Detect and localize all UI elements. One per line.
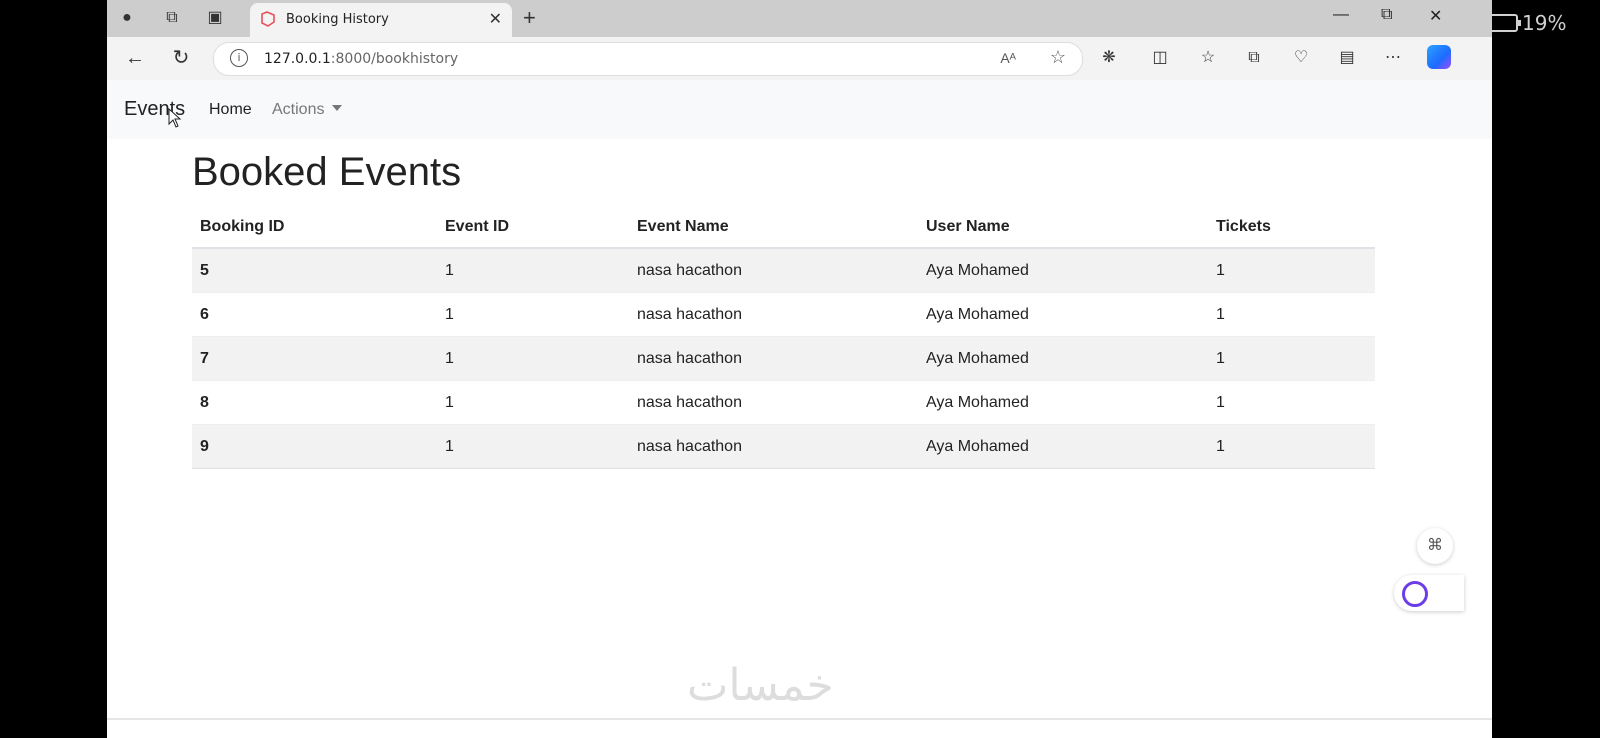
back-icon[interactable]: ← xyxy=(123,46,147,70)
tab-title: Booking History xyxy=(286,12,389,27)
workspaces-icon[interactable]: ⧉ xyxy=(162,8,182,28)
new-tab-icon[interactable]: + xyxy=(523,5,536,31)
tickets-cell: 1 xyxy=(1208,247,1375,293)
bottom-divider xyxy=(107,718,1492,720)
user-name-cell: Aya Mohamed xyxy=(918,380,1208,425)
booked-events-table: Booking ID Event ID Event Name User Name… xyxy=(192,207,1375,469)
nav-home-link[interactable]: Home xyxy=(209,101,252,119)
minimize-icon[interactable]: — xyxy=(1333,6,1349,24)
table-row: 5 1 nasa hacathon Aya Mohamed 1 xyxy=(192,247,1375,293)
tab-booking-history[interactable]: Booking History ✕ xyxy=(250,3,512,37)
close-tab-icon[interactable]: ✕ xyxy=(489,9,502,29)
tickets-cell: 1 xyxy=(1208,424,1375,469)
event-name-cell: nasa hacathon xyxy=(629,424,918,469)
more-options-icon[interactable]: ⋯ xyxy=(1382,47,1404,69)
page-title: Booked Events xyxy=(192,150,462,194)
refresh-icon[interactable]: ↻ xyxy=(169,46,193,70)
browser-window: ● ⧉ ▣ Booking History ✕ + — ⧉ ✕ ← ↻ i 12… xyxy=(107,0,1492,738)
watermark-text: خمسات xyxy=(687,660,834,711)
column-header-event-id: Event ID xyxy=(437,207,629,249)
column-header-tickets: Tickets xyxy=(1208,207,1375,249)
site-navbar: Events Home Actions xyxy=(107,80,1492,139)
copilot-icon[interactable] xyxy=(1427,45,1451,69)
split-screen-icon[interactable]: ◫ xyxy=(1149,47,1171,69)
event-name-cell: nasa hacathon xyxy=(629,247,918,293)
tab-strip: ● ⧉ ▣ Booking History ✕ + — ⧉ ✕ xyxy=(107,0,1492,37)
column-header-booking-id: Booking ID xyxy=(192,207,437,249)
url-text[interactable]: 127.0.0.1:8000/bookhistory xyxy=(264,51,458,67)
tickets-cell: 1 xyxy=(1208,336,1375,381)
booking-id-cell: 7 xyxy=(192,336,437,381)
user-name-cell: Aya Mohamed xyxy=(918,424,1208,469)
event-id-cell: 1 xyxy=(437,247,629,293)
column-header-event-name: Event Name xyxy=(629,207,918,249)
booking-id-cell: 8 xyxy=(192,380,437,425)
event-name-cell: nasa hacathon xyxy=(629,380,918,425)
close-window-icon[interactable]: ✕ xyxy=(1429,6,1442,26)
booking-id-cell: 5 xyxy=(192,247,437,293)
address-bar[interactable]: i 127.0.0.1:8000/bookhistory Aᴬ ☆ xyxy=(213,42,1083,76)
tab-actions-icon[interactable]: ▣ xyxy=(205,8,225,28)
table-row: 9 1 nasa hacathon Aya Mohamed 1 xyxy=(192,424,1375,469)
event-id-cell: 1 xyxy=(437,292,629,337)
table-row: 6 1 nasa hacathon Aya Mohamed 1 xyxy=(192,292,1375,337)
collections-icon[interactable]: ⧉ xyxy=(1243,47,1265,69)
extensions-icon[interactable]: ❋ xyxy=(1098,47,1120,69)
event-name-cell: nasa hacathon xyxy=(629,292,918,337)
favorite-star-icon[interactable]: ☆ xyxy=(1050,47,1066,68)
battery-icon xyxy=(1488,14,1521,32)
tickets-cell: 1 xyxy=(1208,380,1375,425)
booking-id-cell: 6 xyxy=(192,292,437,337)
table-row: 7 1 nasa hacathon Aya Mohamed 1 xyxy=(192,336,1375,381)
read-aloud-icon[interactable]: Aᴬ xyxy=(1000,50,1016,66)
mouse-cursor-icon xyxy=(168,108,182,128)
site-info-icon[interactable]: i xyxy=(230,49,248,67)
laravel-favicon-icon xyxy=(261,11,275,27)
booking-id-cell: 9 xyxy=(192,424,437,469)
table-header-row: Booking ID Event ID Event Name User Name… xyxy=(192,207,1375,249)
event-id-cell: 1 xyxy=(437,380,629,425)
caret-down-icon xyxy=(332,105,343,111)
user-name-cell: Aya Mohamed xyxy=(918,247,1208,293)
user-name-cell: Aya Mohamed xyxy=(918,292,1208,337)
column-header-user-name: User Name xyxy=(918,207,1208,249)
browser-toolbar: ← ↻ i 127.0.0.1:8000/bookhistory Aᴬ ☆ ❋ … xyxy=(107,37,1492,80)
assistant-bot-button[interactable] xyxy=(1394,575,1464,611)
table-row: 8 1 nasa hacathon Aya Mohamed 1 xyxy=(192,380,1375,425)
favorites-icon[interactable]: ☆ xyxy=(1197,47,1219,69)
browser-essentials-icon[interactable]: ♡ xyxy=(1290,47,1312,69)
battery-percent: 19% xyxy=(1522,11,1567,35)
tickets-cell: 1 xyxy=(1208,292,1375,337)
nav-actions-dropdown[interactable]: Actions xyxy=(272,101,343,119)
restore-icon[interactable]: ⧉ xyxy=(1381,6,1392,24)
edge-bar-icon[interactable]: ▤ xyxy=(1336,47,1358,69)
main-content: Booked Events Booking ID Event ID Event … xyxy=(192,139,1375,469)
event-id-cell: 1 xyxy=(437,336,629,381)
event-name-cell: nasa hacathon xyxy=(629,336,918,381)
bot-face-icon xyxy=(1402,581,1428,607)
profile-icon[interactable]: ● xyxy=(117,8,137,28)
user-name-cell: Aya Mohamed xyxy=(918,336,1208,381)
event-id-cell: 1 xyxy=(437,424,629,469)
command-shortcut-icon[interactable]: ⌘ xyxy=(1417,528,1453,564)
